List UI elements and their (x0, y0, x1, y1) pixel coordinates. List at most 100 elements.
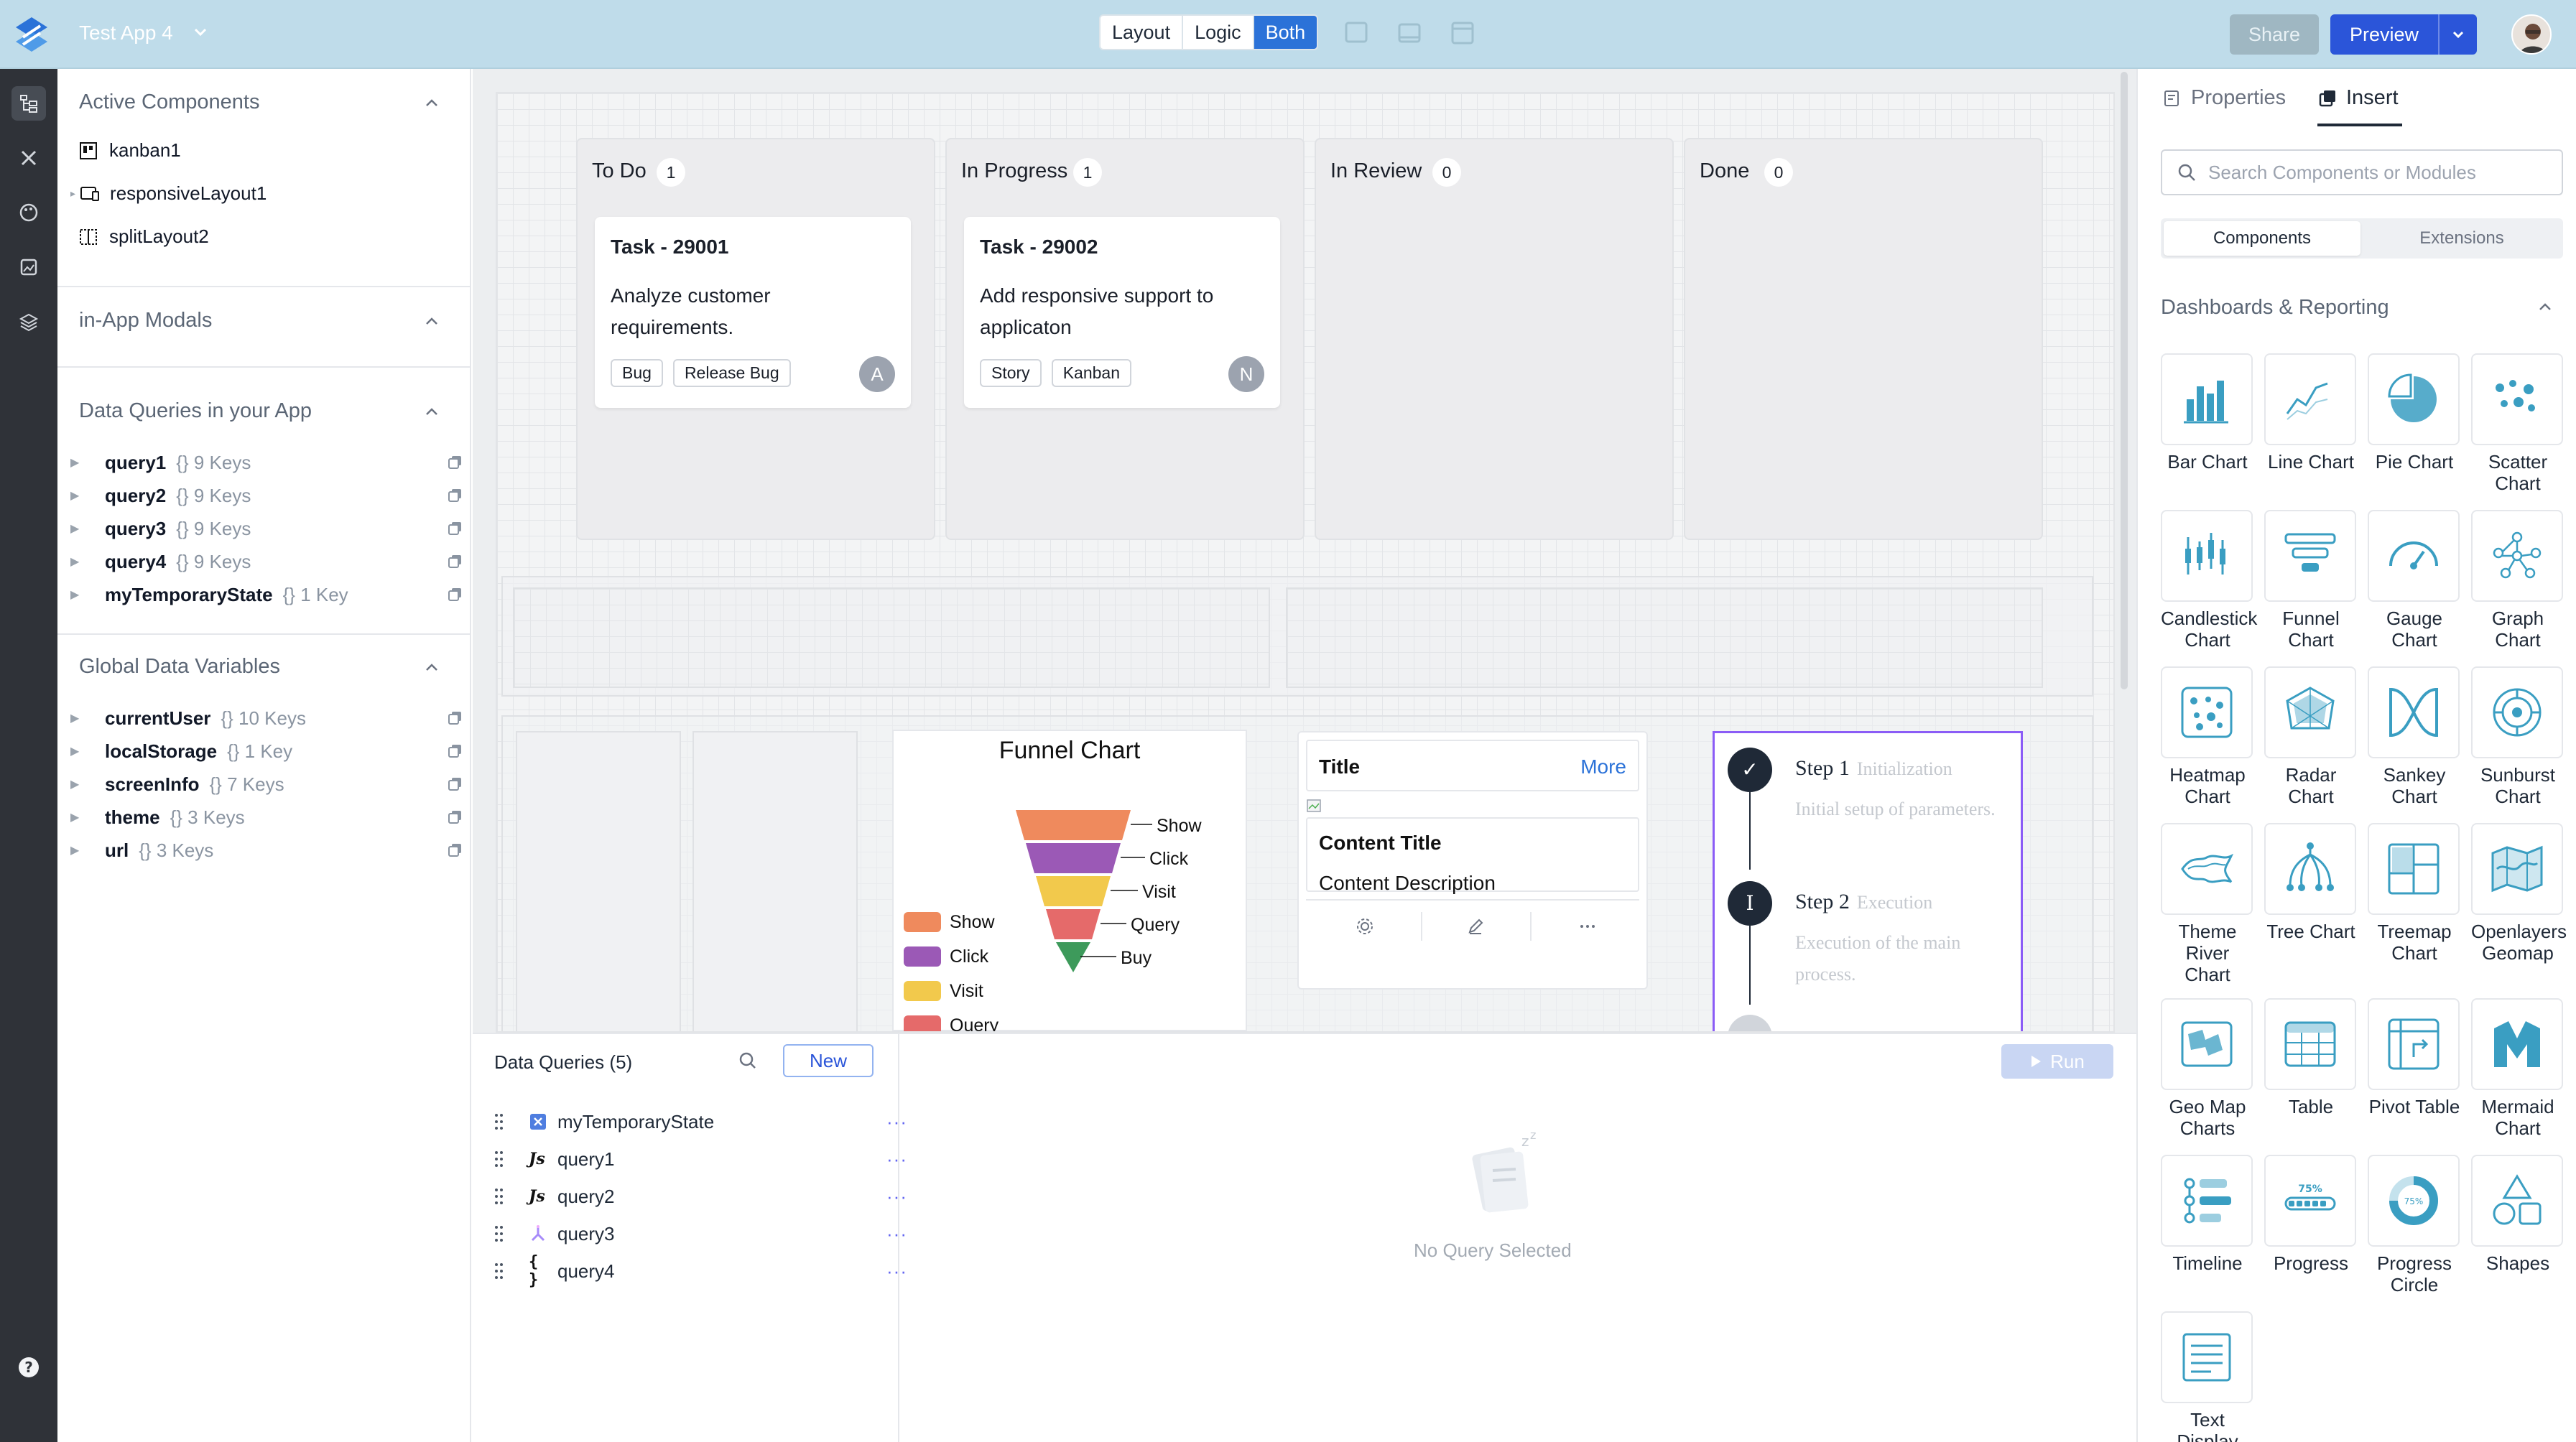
copy-icon[interactable] (447, 454, 464, 471)
widget-graph-chart[interactable]: Graph Chart (2471, 510, 2565, 651)
component-item-responsivelayout1[interactable]: ▸ responsiveLayout1 (70, 182, 267, 205)
widget-theme-river-chart[interactable]: Theme River Chart (2161, 823, 2254, 985)
query-menu-icon[interactable]: ··· (886, 1186, 907, 1208)
mobile-view-icon[interactable] (1448, 19, 1477, 47)
split-pane[interactable] (692, 731, 858, 1031)
query-item[interactable]: query3 ··· (494, 1219, 907, 1248)
layers-icon[interactable] (11, 304, 46, 339)
component-item-splitlayout2[interactable]: splitLayout2 (79, 225, 209, 248)
split-layout-row[interactable]: Funnel Chart Show Click Visit Query Show (501, 715, 2093, 1031)
chevron-up-icon[interactable] (421, 401, 443, 422)
global-variables-heading[interactable]: Global Data Variables (79, 655, 280, 679)
widget-table[interactable]: Table (2264, 998, 2358, 1117)
query-menu-icon[interactable]: ··· (886, 1148, 907, 1171)
layout-slot[interactable] (1286, 587, 2043, 688)
tab-properties[interactable]: Properties (2162, 86, 2286, 110)
split-pane[interactable] (516, 731, 681, 1031)
query-item[interactable]: { } query4 ··· (494, 1253, 907, 1289)
drag-handle-icon[interactable] (494, 1150, 504, 1168)
widget-progress[interactable]: 75% Progress (2264, 1155, 2358, 1274)
component-search-input[interactable]: Search Components or Modules (2161, 149, 2563, 195)
share-button[interactable]: Share (2230, 14, 2319, 55)
widget-treemap-chart[interactable]: Treemap Chart (2368, 823, 2461, 964)
widget-mermaid-chart[interactable]: Mermaid Chart (2471, 998, 2565, 1139)
expand-caret-icon[interactable]: ▶ (70, 488, 83, 503)
widget-scatter-chart[interactable]: Scatter Chart (2471, 353, 2565, 494)
chevron-up-icon[interactable] (2534, 296, 2556, 317)
mode-layout-button[interactable]: Layout (1101, 16, 1184, 49)
widget-text-display[interactable]: Text Display (2161, 1311, 2254, 1442)
user-avatar[interactable] (2511, 14, 2552, 55)
copy-icon[interactable] (447, 553, 464, 570)
app-canvas[interactable]: To Do 1 Task - 29001 Analyze customer re… (496, 92, 2115, 1033)
variable-row[interactable]: ▶ theme {} 3 Keys (65, 803, 467, 832)
widget-openlayers-geomap[interactable]: Openlayers Geomap (2471, 823, 2567, 964)
widget-pie-chart[interactable]: Pie Chart (2368, 353, 2461, 473)
variable-row[interactable]: ▶ currentUser {} 10 Keys (65, 704, 467, 732)
copy-icon[interactable] (447, 809, 464, 826)
kanban-column-in-progress[interactable]: In Progress 1 Task - 29002 Add responsiv… (945, 138, 1305, 540)
widget-shapes[interactable]: Shapes (2471, 1155, 2565, 1274)
app-name[interactable]: Test App 4 (79, 22, 173, 45)
tab-insert[interactable]: Insert (2317, 86, 2399, 110)
kanban-column-in-review[interactable]: In Review 0 (1315, 138, 1674, 540)
widget-timeline[interactable]: Timeline (2161, 1155, 2254, 1274)
mode-both-button[interactable]: Both (1254, 16, 1317, 49)
query-menu-icon[interactable]: ··· (886, 1111, 907, 1133)
chevron-down-icon[interactable] (191, 23, 210, 42)
funnel-chart[interactable]: Funnel Chart Show Click Visit Query Show (892, 730, 1247, 1031)
variable-row[interactable]: ▶ query1 {} 9 Keys (65, 448, 467, 477)
widget-gauge-chart[interactable]: Gauge Chart (2368, 510, 2461, 651)
theme-palette-icon[interactable] (11, 195, 46, 230)
widget-candlestick-chart[interactable]: Candlestick Chart (2161, 510, 2257, 651)
canvas-scrollbar[interactable] (2121, 72, 2128, 689)
card-component[interactable]: Title More Content Title Content Descrip… (1297, 731, 1648, 990)
layout-slot[interactable] (513, 587, 1270, 688)
expand-caret-icon[interactable]: ▶ (70, 587, 83, 602)
preview-dropdown-icon[interactable] (2440, 27, 2477, 42)
legend-item[interactable]: Query (904, 1008, 999, 1031)
in-app-modals-heading[interactable]: in-App Modals (79, 309, 212, 332)
chevron-up-icon[interactable] (421, 92, 443, 113)
widget-geo-map-charts[interactable]: Geo Map Charts (2161, 998, 2254, 1139)
component-item-kanban1[interactable]: kanban1 (79, 139, 181, 162)
drag-handle-icon[interactable] (494, 1187, 504, 1206)
variable-row[interactable]: ▶ screenInfo {} 7 Keys (65, 770, 467, 799)
run-button[interactable]: Run (2001, 1044, 2113, 1079)
query-menu-icon[interactable]: ··· (886, 1223, 907, 1245)
kanban-card[interactable]: Task - 29002 Add responsive support to a… (964, 217, 1280, 408)
legend-item[interactable]: Show (904, 905, 999, 939)
component-tree-icon[interactable] (11, 86, 46, 121)
kanban-column-done[interactable]: Done 0 (1684, 138, 2043, 540)
widget-funnel-chart[interactable]: Funnel Chart (2264, 510, 2358, 651)
edit-icon[interactable] (1465, 916, 1486, 936)
legend-item[interactable]: Click (904, 939, 999, 974)
query-menu-icon[interactable]: ··· (886, 1260, 907, 1283)
drag-handle-icon[interactable] (494, 1112, 504, 1131)
category-heading[interactable]: Dashboards & Reporting (2161, 296, 2389, 320)
app-logo[interactable] (13, 16, 50, 53)
help-icon[interactable]: ? (11, 1350, 46, 1385)
expand-caret-icon[interactable]: ▸ (70, 187, 75, 200)
segment-extensions[interactable]: Extensions (2363, 221, 2560, 256)
desktop-view-icon[interactable] (1342, 19, 1371, 47)
expand-caret-icon[interactable]: ▶ (70, 777, 83, 791)
tablet-view-icon[interactable] (1395, 19, 1424, 47)
copy-icon[interactable] (447, 842, 464, 859)
expand-caret-icon[interactable]: ▶ (70, 744, 83, 758)
expand-caret-icon[interactable]: ▶ (70, 455, 83, 470)
tools-icon[interactable] (11, 141, 46, 175)
more-ellipsis-icon[interactable] (1577, 916, 1598, 936)
copy-icon[interactable] (447, 776, 464, 793)
variable-row[interactable]: ▶ query2 {} 9 Keys (65, 481, 467, 510)
widget-sunburst-chart[interactable]: Sunburst Chart (2471, 666, 2565, 807)
expand-caret-icon[interactable]: ▶ (70, 810, 83, 824)
widget-bar-chart[interactable]: Bar Chart (2161, 353, 2254, 473)
expand-caret-icon[interactable]: ▶ (70, 554, 83, 569)
drag-handle-icon[interactable] (494, 1262, 504, 1280)
copy-icon[interactable] (447, 487, 464, 504)
legend-item[interactable]: Visit (904, 974, 999, 1008)
segment-components[interactable]: Components (2164, 221, 2360, 256)
data-queries-heading[interactable]: Data Queries in your App (79, 399, 312, 423)
query-item[interactable]: myTemporaryState ··· (494, 1107, 907, 1136)
